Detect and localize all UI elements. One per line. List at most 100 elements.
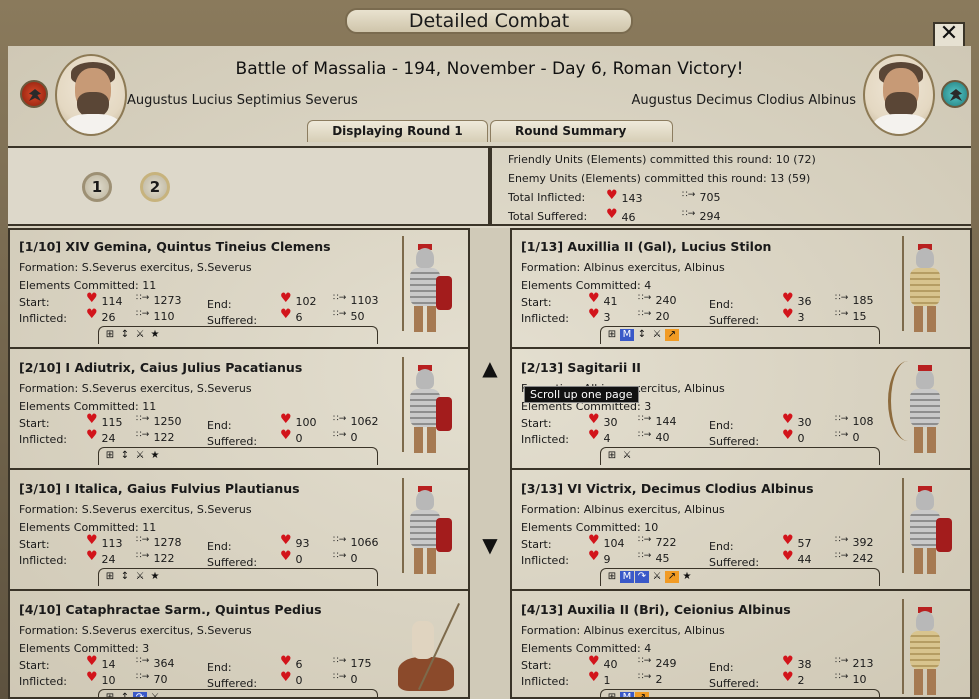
unit-card[interactable]: [2/13] Sagitarii IIFormation: Albinus ex…: [512, 351, 970, 470]
unit-card[interactable]: [3/10] I Italica, Gaius Fulvius Plautian…: [10, 472, 468, 591]
men-icon: [333, 293, 347, 304]
tab-displaying-round[interactable]: Displaying Round 1: [307, 120, 488, 142]
heart-icon: [280, 412, 292, 427]
end-label: End:: [709, 419, 734, 432]
end-label: End:: [207, 661, 232, 674]
heart-icon: [588, 291, 600, 306]
enemy-units-committed: Enemy Units (Elements) committed this ro…: [508, 172, 811, 185]
unit-portrait: [394, 357, 454, 457]
heart-icon: [782, 549, 794, 564]
start-men: 240: [638, 293, 677, 307]
start-hp: 40: [588, 654, 618, 671]
arrow-icon: ↕: [637, 329, 647, 340]
heart-icon: [782, 307, 794, 322]
heart-icon: [86, 670, 98, 685]
heart-icon: [280, 307, 292, 322]
unit-abilities: ⊞ ↕ ↷ ⚔: [98, 689, 378, 699]
heart-icon: [280, 291, 292, 306]
heart-icon: [782, 670, 794, 685]
heart-icon: [86, 291, 98, 306]
men-icon: [835, 535, 849, 546]
men-icon: [333, 414, 347, 425]
unit-card[interactable]: [1/10] XIV Gemina, Quintus Tineius Cleme…: [10, 230, 468, 349]
scroll-up-arrow-icon[interactable]: ▲: [480, 356, 500, 380]
arrow-icon: ↕: [120, 450, 130, 461]
men-icon: [682, 190, 696, 201]
inflicted-label: Inflicted:: [521, 554, 570, 567]
suffered-men: 15: [835, 309, 867, 323]
men-icon: [136, 535, 150, 546]
round-2-button[interactable]: 2: [140, 172, 170, 202]
unit-portrait: [894, 236, 954, 336]
sword-icon: ⚔: [622, 450, 632, 461]
start-label: Start:: [521, 659, 552, 672]
men-icon: [136, 430, 150, 441]
heart-icon: [782, 428, 794, 443]
men-icon: [136, 672, 150, 683]
suffered-men: 0: [835, 430, 860, 444]
grid-icon: ⊞: [607, 571, 617, 582]
round-summary: Friendly Units (Elements) committed this…: [490, 146, 971, 226]
grid-icon: ⊞: [607, 692, 617, 699]
heart-icon: [280, 428, 292, 443]
suffered-men: 0: [333, 551, 358, 565]
m-icon: M: [620, 571, 634, 583]
roman-faction-icon: [20, 80, 48, 108]
unit-portrait: [394, 599, 460, 697]
inflicted-men: 110: [136, 309, 175, 323]
start-men: 1278: [136, 535, 182, 549]
unit-card[interactable]: [2/10] I Adiutrix, Caius Julius Pacatian…: [10, 351, 468, 470]
unit-abilities: ⊞ M ↗: [600, 689, 880, 699]
friendly-units-list[interactable]: [1/10] XIV Gemina, Quintus Tineius Cleme…: [8, 228, 470, 699]
sword-icon: ⚔: [135, 450, 145, 461]
start-men: 1273: [136, 293, 182, 307]
inflicted-men: 122: [136, 551, 175, 565]
men-icon: [835, 656, 849, 667]
inflicted-men: 20: [638, 309, 670, 323]
friendly-units-committed: Friendly Units (Elements) committed this…: [508, 153, 816, 166]
heart-icon: [606, 207, 618, 222]
unit-portrait: [888, 357, 954, 457]
heart-icon: [86, 654, 98, 669]
inflicted-men: 40: [638, 430, 670, 444]
enemy-units-list[interactable]: [1/13] Auxillia II (Gal), Lucius Stilon F…: [510, 228, 972, 699]
sword-icon: ⚔: [135, 329, 145, 340]
suffered-hp: 0: [280, 670, 303, 687]
suffered-men: 10: [835, 672, 867, 686]
arrow-icon: ↕: [120, 692, 130, 699]
arrow-icon: ↕: [120, 329, 130, 340]
men-icon: [638, 430, 652, 441]
scroll-down-arrow-icon[interactable]: ▼: [480, 533, 500, 557]
charge-icon: ↷: [133, 692, 147, 697]
unit-card[interactable]: [1/13] Auxillia II (Gal), Lucius Stilon F…: [512, 230, 970, 349]
inflicted-label: Inflicted:: [521, 312, 570, 325]
round-1-button[interactable]: 1: [82, 172, 112, 202]
unit-elements-committed: Elements Committed: 4: [521, 279, 652, 292]
heart-icon: [782, 533, 794, 548]
close-button[interactable]: ✕: [933, 22, 965, 48]
inflicted-hp: 10: [86, 670, 116, 687]
start-men: 364: [136, 656, 175, 670]
sword-icon: ⚔: [150, 692, 160, 699]
men-icon: [136, 551, 150, 562]
unit-abilities: ⊞ ⚔: [600, 447, 880, 465]
unit-card[interactable]: [3/13] VI Victrix, Decimus Clodius Albin…: [512, 472, 970, 591]
start-label: Start:: [521, 296, 552, 309]
inflicted-label: Inflicted:: [521, 675, 570, 688]
unit-abilities: ⊞ ↕ ⚔ ★: [98, 326, 378, 344]
unit-card[interactable]: [4/13] Auxilia II (Bri), Ceionius Albinu…: [512, 593, 970, 699]
end-hp: 102: [280, 291, 317, 308]
men-icon: [638, 293, 652, 304]
heart-icon: [782, 654, 794, 669]
window-title: Detailed Combat: [345, 8, 633, 34]
grid-icon: ⊞: [105, 329, 115, 340]
unit-card[interactable]: [4/10] Cataphractae Sarm., Quintus Pediu…: [10, 593, 468, 699]
end-men: 108: [835, 414, 874, 428]
total-inflicted-men: 705: [682, 190, 721, 204]
inflicted-hp: 26: [86, 307, 116, 324]
tab-round-summary[interactable]: Round Summary: [490, 120, 673, 142]
heart-icon: [86, 428, 98, 443]
start-hp: 115: [86, 412, 123, 429]
heart-icon: [588, 670, 600, 685]
total-suffered-hp: 46: [606, 207, 636, 224]
